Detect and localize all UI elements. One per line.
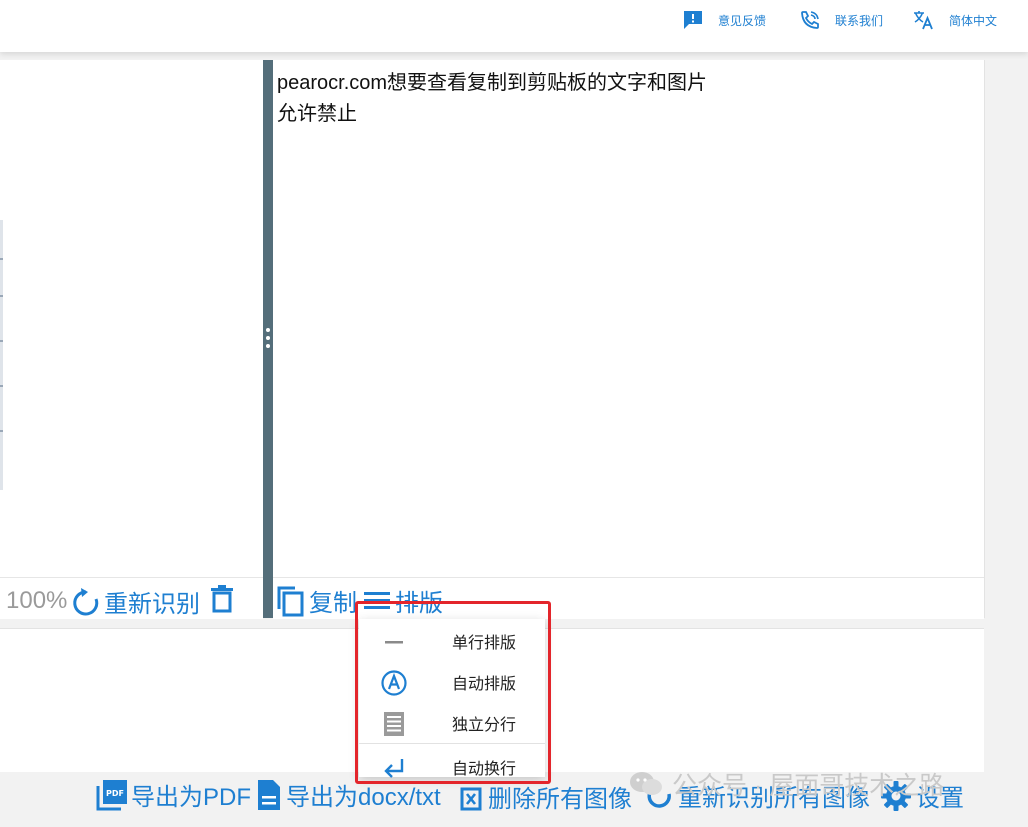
single-line-icon — [381, 629, 407, 655]
wechat-icon — [630, 772, 662, 795]
copy-label: 复制 — [309, 590, 357, 617]
layout-label: 排版 — [395, 590, 443, 617]
menu-item-label: 自动排版 — [452, 674, 517, 693]
menu-item-word-wrap[interactable]: 自动换行 — [359, 747, 545, 787]
text-toolbar: 复制 排版 — [273, 577, 984, 619]
trash-icon — [211, 585, 233, 613]
delete-image-button[interactable] — [210, 584, 234, 614]
ocr-line: pearocr.com想要查看复制到剪贴板的文字和图片 — [277, 72, 708, 94]
menu-item-label: 自动换行 — [452, 759, 517, 778]
pdf-icon: PDF — [96, 779, 127, 810]
watermark: 公众号 · 屋面哥技术之路 — [628, 766, 944, 802]
ocr-text-area[interactable]: pearocr.com想要查看复制到剪贴板的文字和图片 允许禁止 — [277, 68, 707, 130]
image-preview-panel — [0, 60, 263, 618]
refresh-icon — [73, 587, 99, 615]
layout-lines-icon — [364, 591, 390, 609]
auto-a-icon — [381, 670, 407, 696]
export-pdf-button[interactable]: PDF 导出为PDF — [95, 777, 251, 812]
recognize-again-label: 重新识别 — [104, 591, 200, 618]
image-toolbar: 100% 重新识别 — [0, 577, 263, 619]
wrap-icon — [381, 755, 407, 781]
contact-label: 联系我们 — [835, 13, 884, 28]
layout-button[interactable]: 排版 — [363, 583, 443, 618]
paragraph-icon — [381, 711, 407, 737]
svg-text:PDF: PDF — [106, 789, 124, 798]
image-thumbnail-edge — [0, 220, 3, 490]
zoom-level: 100% — [6, 587, 68, 614]
document-icon — [258, 779, 280, 810]
phone-icon — [801, 11, 819, 29]
recognize-again-button[interactable]: 重新识别 — [72, 584, 200, 619]
menu-item-label: 独立分行 — [452, 715, 517, 734]
language-switch[interactable]: 简体中文 — [913, 8, 997, 32]
panel-splitter[interactable] — [263, 60, 273, 618]
translate-icon — [914, 11, 933, 30]
export-pdf-label: 导出为PDF — [131, 784, 251, 811]
watermark-text: 公众号 · 屋面哥技术之路 — [672, 772, 945, 800]
feedback-label: 意见反馈 — [718, 13, 767, 28]
layout-dropdown-menu: 单行排版 自动排版 独立分行 自动换行 — [359, 619, 545, 778]
feedback-icon — [684, 11, 702, 29]
menu-item-single-line[interactable]: 单行排版 — [359, 621, 545, 661]
copy-icon — [277, 586, 304, 616]
copy-button[interactable]: 复制 — [275, 583, 357, 618]
ocr-line: 允许禁止 — [277, 103, 357, 125]
top-header: 意见反馈 联系我们 简体中文 — [0, 0, 1028, 52]
language-label: 简体中文 — [949, 13, 998, 28]
contact-link[interactable]: 联系我们 — [799, 8, 883, 32]
feedback-link[interactable]: 意见反馈 — [682, 8, 766, 32]
ocr-text-panel: pearocr.com想要查看复制到剪贴板的文字和图片 允许禁止 — [273, 60, 985, 618]
menu-item-auto-layout[interactable]: 自动排版 — [359, 662, 545, 702]
menu-item-paragraph[interactable]: 独立分行 — [359, 703, 545, 743]
menu-item-label: 单行排版 — [452, 633, 517, 652]
menu-divider — [359, 743, 545, 744]
